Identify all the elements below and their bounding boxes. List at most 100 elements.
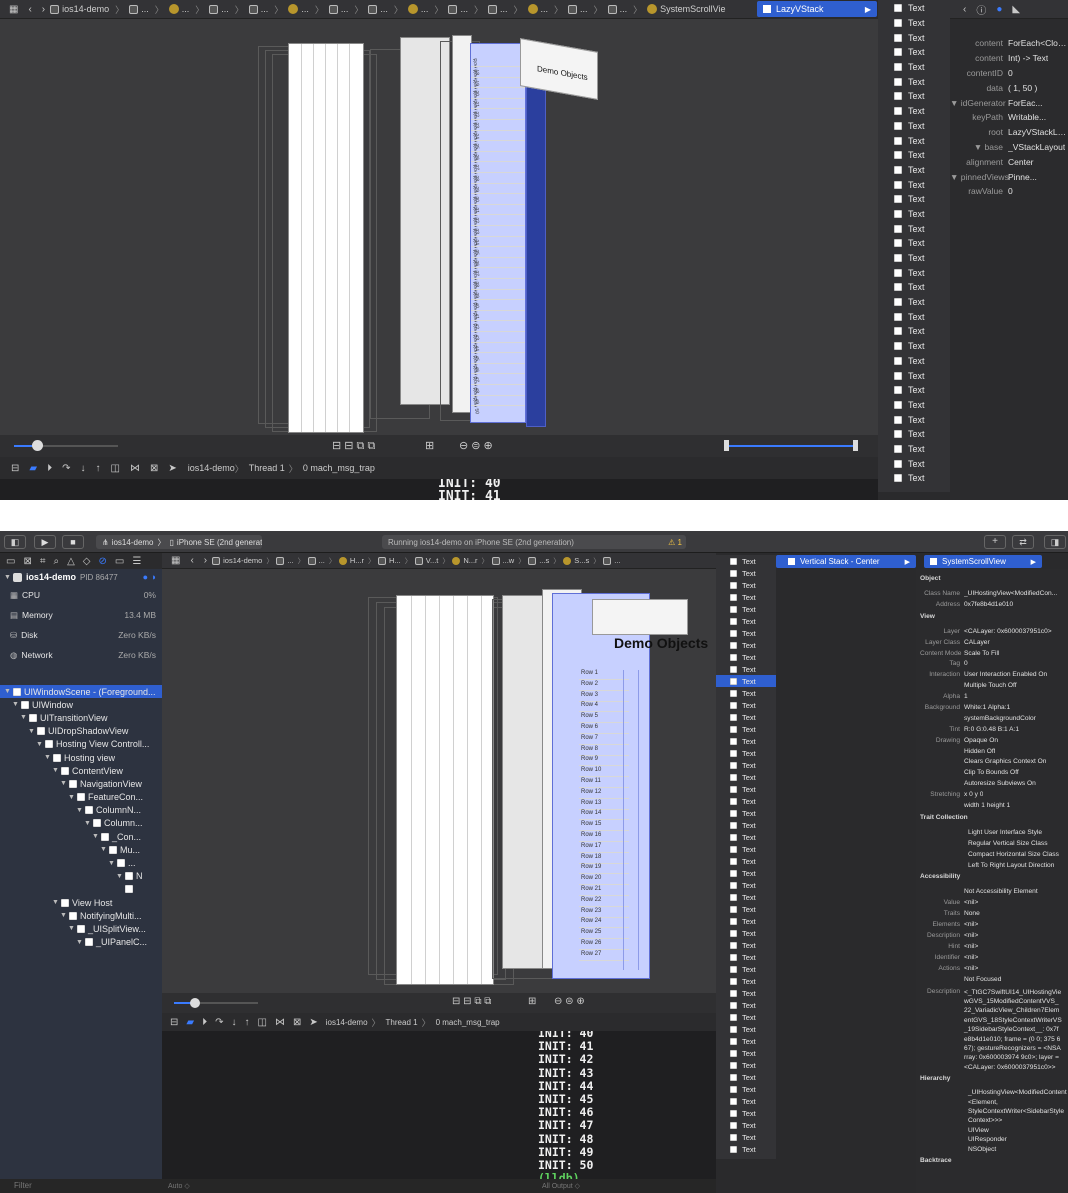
menu-item[interactable]: Text [716, 615, 776, 627]
step-into-icon[interactable]: ↓ [80, 463, 85, 474]
debug-thread[interactable]: Thread 1 [249, 463, 285, 473]
property-row[interactable]: Tint R:0 G:0.48 B:1 A:1 [920, 724, 1068, 735]
menu-item[interactable]: Text [716, 1071, 776, 1083]
folder-icon[interactable]: ▭ [6, 556, 15, 567]
environment-icon[interactable]: ⊠ [150, 463, 158, 474]
disclosure-triangle-icon[interactable]: ▼ [28, 728, 37, 735]
grid-icon[interactable]: ⊞ [528, 996, 536, 1007]
disclosure-triangle-icon[interactable]: ▼ [92, 833, 101, 840]
menu-item[interactable]: Text [716, 591, 776, 603]
disclosure-triangle-icon[interactable]: ▼ [76, 939, 85, 946]
menu-item[interactable]: Text [716, 927, 776, 939]
menu-item[interactable]: Text [716, 1131, 776, 1143]
disclosure-triangle-icon[interactable]: ▼ [84, 820, 93, 827]
hierarchy-node[interactable]: ▼ ColumnN... [0, 804, 162, 817]
menu-item[interactable]: Text [878, 16, 950, 31]
breadcrumb-item[interactable]: ... [407, 4, 428, 14]
menu-item[interactable]: Text [878, 163, 950, 178]
menu-item[interactable]: Text [878, 1, 950, 16]
sidebar-toggle-button[interactable]: ◧ [4, 535, 26, 549]
breadcrumb-item[interactable]: ...w [491, 556, 514, 565]
disclosure-triangle-icon[interactable]: ▼ [76, 807, 85, 814]
property-row[interactable]: Stretching x 0 y 0 [920, 789, 1068, 800]
menu-item[interactable]: Text [878, 133, 950, 148]
breadcrumb-item[interactable]: ... [568, 4, 588, 14]
menu-item[interactable]: Text [878, 74, 950, 89]
range-slider[interactable] [724, 440, 858, 451]
property-row[interactable]: width 1 height 1 [920, 800, 1068, 811]
menu-item[interactable]: Text [878, 30, 950, 45]
hide-debug-icon[interactable]: ⊟ [170, 1017, 178, 1028]
debug-frame[interactable]: 0 mach_msg_trap [436, 1018, 500, 1027]
breakpoint-nav-icon[interactable]: ▭ [115, 556, 124, 567]
bottom-view-debugger-canvas[interactable]: Row 1 Row 2 Row 3 Row 4 Row 5 Row 6 Row 7 Row 8… [162, 569, 716, 993]
menu-item[interactable]: Text [878, 177, 950, 192]
menu-item[interactable]: Text [716, 1011, 776, 1023]
menu-item[interactable]: Text [878, 207, 950, 222]
debug-frame[interactable]: 0 mach_msg_trap [303, 463, 375, 473]
breadcrumb-item[interactable]: ... [248, 4, 268, 14]
hierarchy-node[interactable]: ▼ NotifyingMulti... [0, 909, 162, 922]
property-row[interactable]: systemBackgroundColor [920, 713, 1068, 724]
back-icon[interactable]: ‹ [28, 4, 31, 15]
menu-item[interactable]: Text [878, 221, 950, 236]
menu-item[interactable]: Text [716, 1059, 776, 1071]
property-row[interactable]: Description <nil> [920, 930, 1068, 941]
breadcrumb-item[interactable]: ... [607, 4, 627, 14]
hierarchy-node[interactable]: ▼ Mu... [0, 843, 162, 856]
gauge-memory[interactable]: ▤ Memory 13.4 MB [0, 606, 162, 624]
breadcrumb-item[interactable]: ...s [528, 556, 549, 565]
menu-item[interactable]: Text [716, 795, 776, 807]
breadcrumb-item[interactable]: ... [603, 556, 621, 565]
breadcrumb-item[interactable]: ... [288, 4, 309, 14]
property-row[interactable]: Identifier <nil> [920, 952, 1068, 963]
menu-item[interactable]: Text [878, 280, 950, 295]
breakpoint-icon[interactable]: ▰ [29, 463, 37, 474]
menu-item[interactable]: Text [878, 368, 950, 383]
property-row[interactable]: Clip To Bounds Off [920, 767, 1068, 778]
location-icon[interactable]: ➤ [168, 463, 176, 474]
menu-item[interactable]: Text [716, 663, 776, 675]
bottom-selected-crumb[interactable]: Vertical Stack - Center ▶ [776, 555, 916, 568]
breadcrumb-item[interactable]: ... [527, 4, 548, 14]
breadcrumb-item[interactable]: ... [129, 4, 149, 14]
breadcrumb-item[interactable]: H...r [338, 556, 364, 565]
menu-item[interactable]: Text [878, 442, 950, 457]
menu-item[interactable]: Text [716, 783, 776, 795]
forward-icon[interactable]: › [204, 555, 207, 566]
grid-icon[interactable]: ⊞ [425, 439, 434, 452]
step-out-icon[interactable]: ↑ [95, 463, 100, 474]
breadcrumb-item[interactable]: ... [168, 4, 189, 14]
breakpoint-icon[interactable]: ▰ [186, 1017, 194, 1028]
spacing-slider[interactable] [174, 998, 258, 1008]
disclosure-triangle-icon[interactable]: ▼ [20, 714, 29, 721]
debug-icon[interactable]: ⊘ [99, 556, 107, 567]
disclosure-triangle-icon[interactable]: ▼ [60, 780, 69, 787]
menu-item[interactable]: Text [716, 603, 776, 615]
memory-graph-icon[interactable]: ⋈ [275, 1017, 285, 1028]
view-hierarchy-icon[interactable]: ◫ [257, 1017, 266, 1028]
hierarchy-node[interactable]: ▼ Hosting View Controll... [0, 738, 162, 751]
hierarchy-node[interactable]: ▼ N [0, 870, 162, 883]
property-row[interactable]: Alpha 1 [920, 691, 1068, 702]
identity-icon[interactable]: ● [996, 4, 1002, 15]
property-row[interactable]: ▼ idGenerator ForEac... [950, 95, 1068, 110]
hierarchy-node[interactable]: ▼ FeatureCon... [0, 791, 162, 804]
breadcrumb-item[interactable]: ... [276, 556, 294, 565]
hierarchy-node[interactable]: ▼ Column... [0, 817, 162, 830]
property-row[interactable]: Class Name _UIHostingView<ModifiedCon... [920, 588, 1068, 599]
hierarchy-node[interactable]: ▼ UIDropShadowView [0, 725, 162, 738]
menu-item[interactable]: Text [716, 639, 776, 651]
property-row[interactable]: Hidden Off [920, 746, 1068, 757]
breadcrumb-item[interactable]: ios14-demo [50, 4, 109, 14]
report-icon[interactable]: ☰ [132, 556, 141, 567]
hierarchy-node[interactable]: ▼ View Host [0, 896, 162, 909]
menu-item[interactable]: Text [716, 999, 776, 1011]
menu-item[interactable]: Text [878, 412, 950, 427]
disclosure-triangle-icon[interactable]: ▼ [108, 860, 117, 867]
layout-icon[interactable]: ⊟ ⊟ ⧉ ⧉ [332, 439, 375, 453]
breadcrumb-item[interactable]: ... [328, 4, 348, 14]
menu-item[interactable]: Text [716, 903, 776, 915]
test-icon[interactable]: ◇ [83, 556, 91, 567]
menu-item[interactable]: Text [716, 831, 776, 843]
